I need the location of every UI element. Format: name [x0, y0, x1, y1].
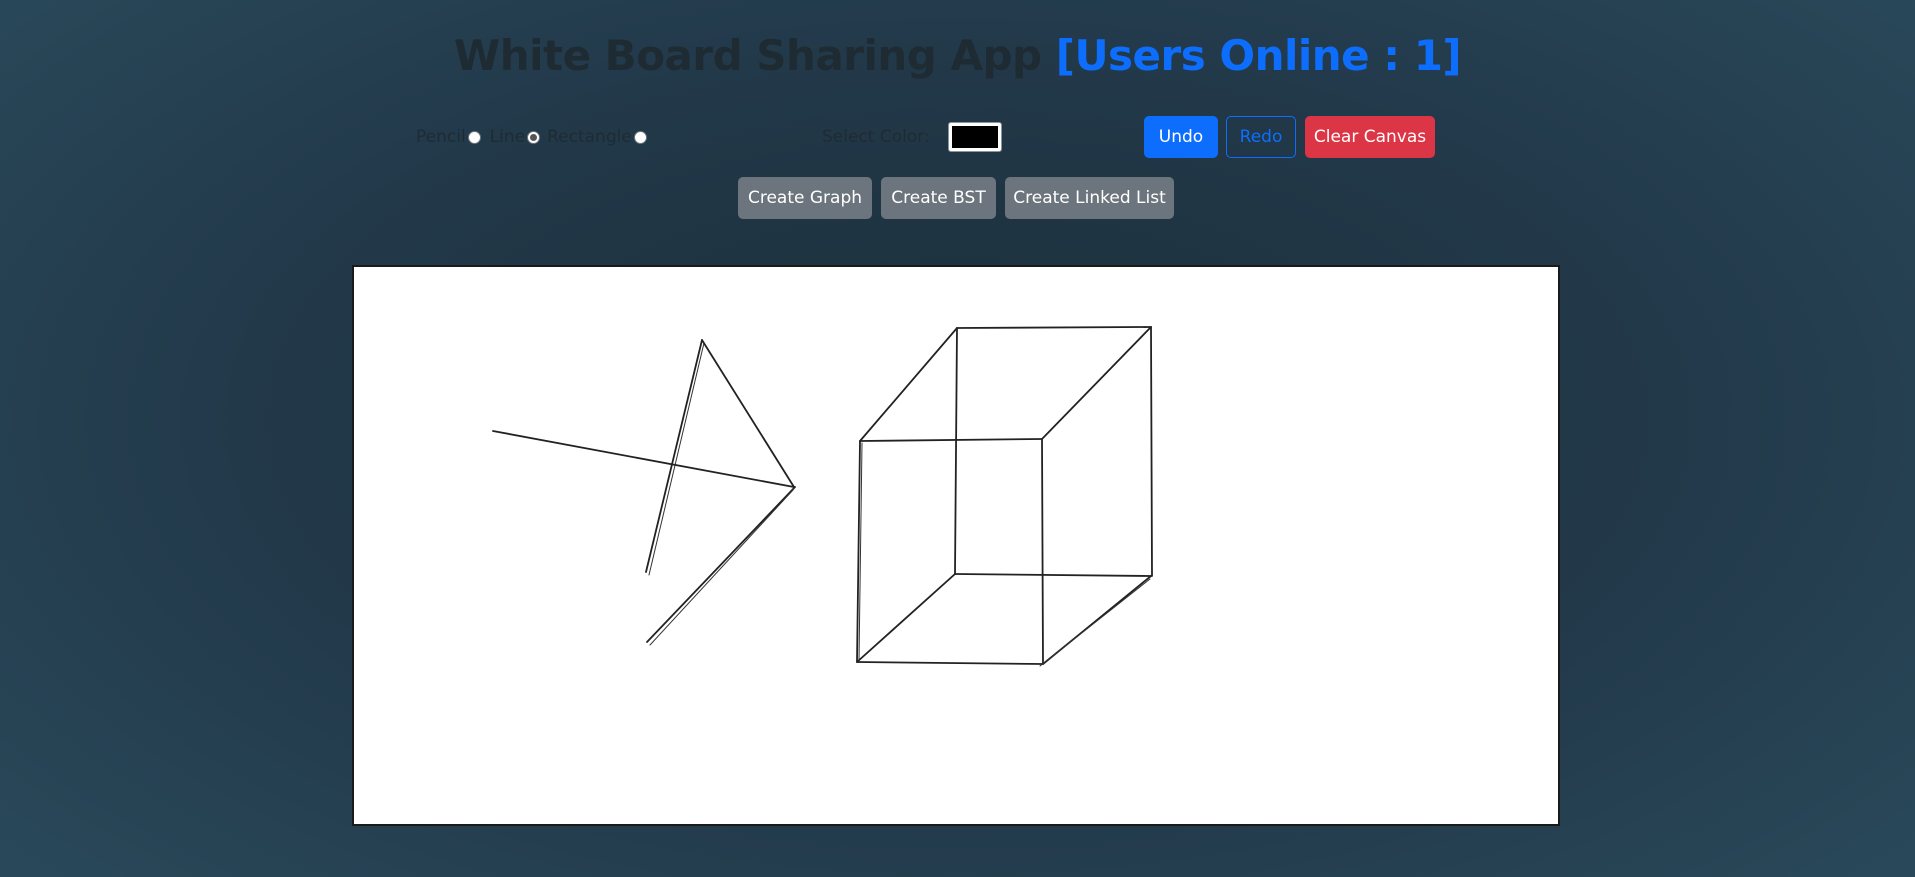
drawing-surface[interactable] — [354, 267, 1558, 824]
app-title: White Board Sharing App — [453, 31, 1042, 80]
drawn-line — [492, 430, 795, 488]
redo-button[interactable]: Redo — [1226, 116, 1296, 158]
create-graph-button[interactable]: Create Graph — [738, 177, 872, 219]
color-picker-group: Select Color: — [822, 122, 1002, 152]
rectangle-radio[interactable] — [633, 130, 647, 144]
drawn-triangle — [645, 339, 796, 646]
color-swatch — [951, 126, 998, 148]
line-radio[interactable] — [527, 130, 541, 144]
drawn-cube — [856, 326, 1153, 667]
whiteboard-canvas[interactable] — [352, 265, 1560, 826]
users-online-count: [Users Online : 1] — [1055, 31, 1462, 80]
pencil-radio[interactable] — [467, 130, 481, 144]
rectangle-label: Rectangle — [547, 127, 632, 147]
clear-canvas-button[interactable]: Clear Canvas — [1305, 116, 1435, 158]
create-bst-button[interactable]: Create BST — [881, 177, 996, 219]
line-label: Line — [489, 127, 526, 147]
tool-selector: Pencil Line Rectangle — [416, 123, 651, 151]
pencil-label: Pencil — [416, 127, 466, 147]
create-linked-list-button[interactable]: Create Linked List — [1005, 177, 1174, 219]
color-picker-label: Select Color: — [822, 127, 930, 147]
page-title: White Board Sharing App [Users Online : … — [0, 28, 1915, 84]
color-picker-input[interactable] — [947, 122, 1002, 152]
undo-button[interactable]: Undo — [1144, 116, 1218, 158]
